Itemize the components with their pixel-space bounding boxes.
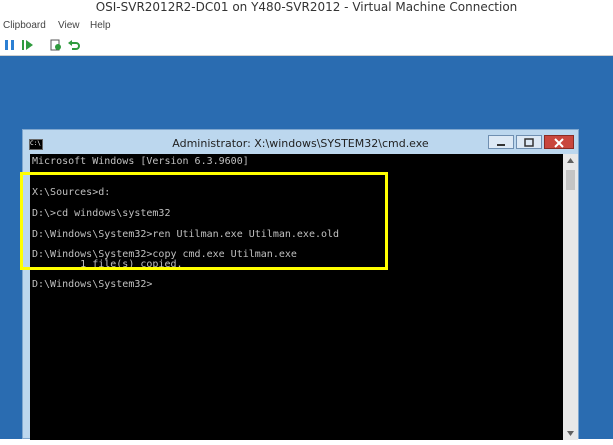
console-line: D:\Windows\System32> <box>32 279 153 290</box>
minimize-button[interactable] <box>488 135 514 149</box>
menu-help[interactable]: Help <box>90 20 111 31</box>
maximize-button[interactable] <box>516 135 542 149</box>
vertical-scrollbar[interactable] <box>563 154 578 440</box>
scroll-down-icon <box>567 431 574 436</box>
toolbar <box>0 34 613 56</box>
start-icon[interactable] <box>22 38 34 50</box>
checkpoint-icon[interactable] <box>50 38 62 51</box>
console-line: Microsoft Windows [Version 6.3.9600] <box>32 156 249 167</box>
menu-bar: Clipboard View Help <box>0 17 613 34</box>
window-title-bar: OSI-SVR2012R2-DC01 on Y480-SVR2012 - Vir… <box>0 0 613 17</box>
cmd-titlebar[interactable]: C:\ Administrator: X:\windows\SYSTEM32\c… <box>23 130 578 154</box>
highlight-box <box>20 172 388 270</box>
scroll-thumb <box>566 170 575 190</box>
menu-view[interactable]: View <box>58 20 80 31</box>
window-title: OSI-SVR2012R2-DC01 on Y480-SVR2012 - Vir… <box>95 0 518 14</box>
pause-icon[interactable] <box>4 38 16 50</box>
close-button[interactable] <box>544 135 574 149</box>
menu-clipboard[interactable]: Clipboard <box>3 20 46 31</box>
revert-icon[interactable] <box>68 38 80 50</box>
scroll-up-icon <box>567 158 574 163</box>
